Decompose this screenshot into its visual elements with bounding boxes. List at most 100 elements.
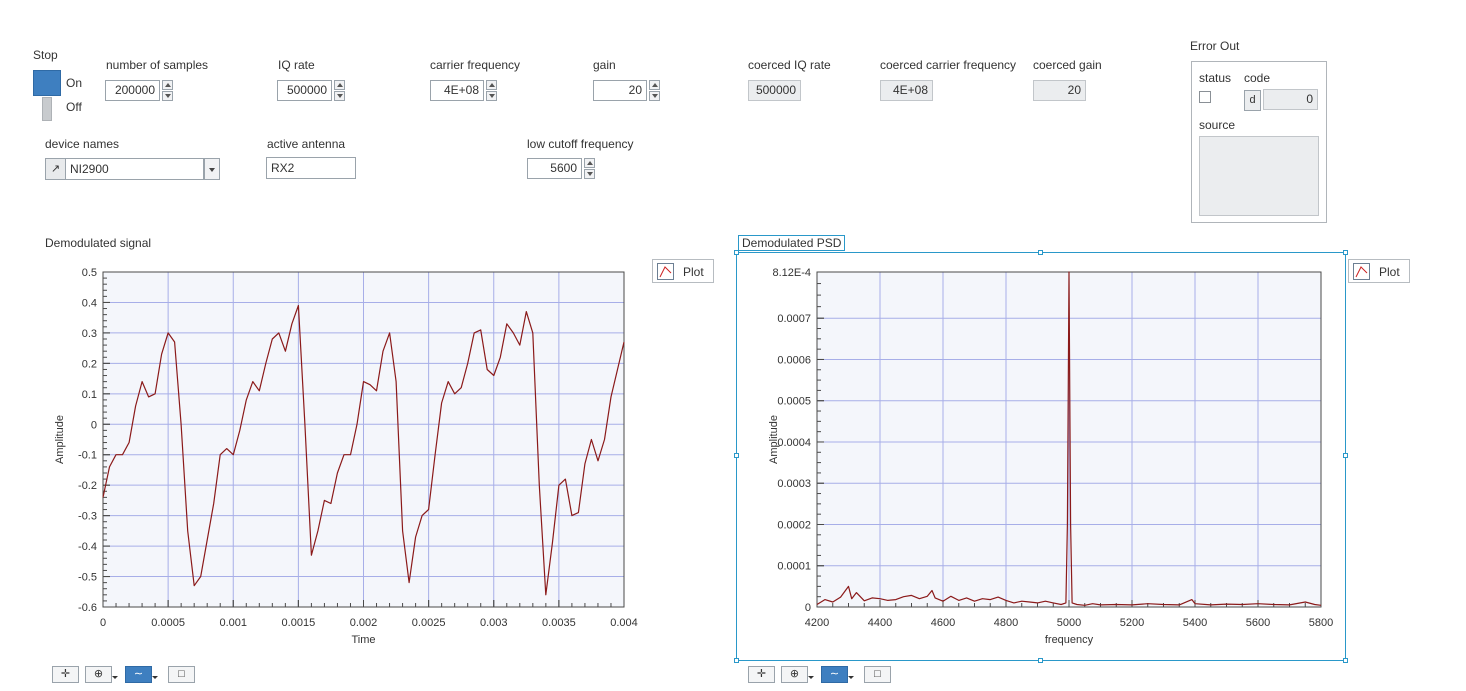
y-tick-label: 0.0001 — [777, 561, 811, 573]
stop-toggle-on-state — [33, 70, 61, 96]
y-tick-label: 0.2 — [82, 358, 97, 370]
coerced-gain-label: coerced gain — [1033, 58, 1102, 72]
y-tick-label: -0.3 — [78, 511, 97, 523]
coerced-iq-rate-indicator: 500000 — [748, 80, 801, 101]
x-tick-label: 4400 — [868, 617, 892, 629]
x-axis-label: frequency — [1045, 634, 1094, 646]
y-tick-label: 0.3 — [82, 328, 97, 340]
y-tick-label: -0.4 — [78, 541, 97, 553]
x-tick-label: 5200 — [1120, 617, 1144, 629]
iq-rate-label: IQ rate — [278, 58, 315, 72]
selection-handle[interactable] — [1343, 453, 1348, 458]
chevron-down-icon[interactable] — [204, 158, 220, 180]
y-tick-label: -0.2 — [78, 480, 97, 492]
graph2-plot-legend-button[interactable]: Plot — [1348, 259, 1410, 283]
active-antenna-label: active antenna — [267, 137, 346, 151]
device-names-label: device names — [45, 137, 120, 151]
device-names-control[interactable]: ↗ NI2900 — [45, 158, 220, 180]
gain-input[interactable]: 20 — [593, 80, 647, 101]
y-tick-label: 0 — [805, 602, 811, 614]
x-tick-label: 5600 — [1246, 617, 1270, 629]
device-browse-icon[interactable]: ↗ — [45, 158, 66, 180]
y-tick-label: 0 — [91, 419, 97, 431]
stop-on-label: On — [66, 76, 83, 90]
iq-rate-spinner[interactable] — [334, 80, 345, 101]
graph1-plot-label: Plot — [683, 265, 704, 279]
stop-toggle[interactable] — [33, 68, 61, 122]
selection-handle[interactable] — [734, 658, 739, 663]
y-tick-label: -0.6 — [78, 602, 97, 614]
graph2-title-box: Demodulated PSD — [738, 235, 846, 251]
carrier-frequency-input[interactable]: 4E+08 — [430, 80, 484, 101]
y-tick-label: 0.0006 — [777, 354, 811, 366]
y-tick-label: 8.12E-4 — [772, 267, 811, 279]
stop-toggle-off-state — [42, 97, 52, 121]
active-antenna-input[interactable]: RX2 — [266, 157, 356, 179]
y-axis-label: Amplitude — [54, 415, 66, 464]
coerced-gain-indicator: 20 — [1033, 80, 1086, 101]
x-tick-label: 0.003 — [480, 617, 508, 629]
cursor-icon[interactable]: ✛ — [748, 666, 775, 683]
graph2-plot-label: Plot — [1379, 265, 1400, 279]
y-tick-label: 0.0007 — [777, 313, 811, 325]
error-source-label: source — [1199, 118, 1236, 132]
error-code-value: 0 — [1263, 89, 1318, 110]
x-tick-label: 0.002 — [350, 617, 378, 629]
error-out-cluster: status code d 0 source — [1191, 61, 1327, 223]
graph1-toolbar: ✛ ⊕ ∼ □ — [52, 666, 202, 686]
autoscale-icon[interactable]: □ — [168, 666, 195, 683]
num-samples-label: number of samples — [106, 58, 209, 72]
demodulated-signal-graph[interactable]: 0 0.0005 0.001 0.0015 0.002 0.0025 0.003 0.0035… — [0, 255, 660, 655]
zoom-icon[interactable]: ⊕ — [85, 666, 118, 683]
error-code-label: code — [1244, 71, 1271, 85]
y-tick-label: 0.1 — [82, 389, 97, 401]
x-tick-label: 5400 — [1183, 617, 1207, 629]
pan-icon[interactable]: ∼ — [821, 666, 854, 683]
num-samples-input[interactable]: 200000 — [105, 80, 160, 101]
plot-line-icon — [1353, 263, 1370, 280]
y-tick-label: 0.5 — [82, 267, 97, 279]
x-tick-label: 0.001 — [219, 617, 247, 629]
y-tick-label: -0.5 — [78, 572, 97, 584]
selection-handle[interactable] — [1038, 658, 1043, 663]
error-out-title: Error Out — [1190, 39, 1240, 53]
x-tick-label: 4200 — [805, 617, 829, 629]
carrier-frequency-spinner[interactable] — [486, 80, 497, 101]
low-cutoff-frequency-spinner[interactable] — [584, 158, 595, 179]
cursor-icon[interactable]: ✛ — [52, 666, 79, 683]
error-status-checkbox[interactable] — [1199, 91, 1211, 103]
x-tick-label: 5000 — [1057, 617, 1081, 629]
x-tick-label: 4600 — [931, 617, 955, 629]
num-samples-spinner[interactable] — [162, 80, 173, 101]
x-tick-label: 5800 — [1309, 617, 1333, 629]
graph1-plot-legend-button[interactable]: Plot — [652, 259, 714, 283]
x-axis-label: Time — [351, 634, 375, 646]
x-tick-label: 0.004 — [610, 617, 638, 629]
low-cutoff-frequency-label: low cutoff frequency — [527, 137, 634, 151]
demodulated-psd-graph[interactable]: 4200 4400 4600 4800 5000 5200 5400 5600 5800 8.12… — [737, 255, 1343, 655]
y-tick-label: 0.0004 — [777, 437, 811, 449]
x-tick-label: 0 — [100, 617, 106, 629]
graph1-title: Demodulated signal — [45, 236, 152, 250]
selection-handle[interactable] — [1343, 250, 1348, 255]
stop-off-label: Off — [66, 100, 82, 114]
carrier-frequency-label: carrier frequency — [430, 58, 521, 72]
coerced-carrier-frequency-indicator: 4E+08 — [880, 80, 933, 101]
x-tick-label: 0.0005 — [151, 617, 185, 629]
iq-rate-input[interactable]: 500000 — [277, 80, 332, 101]
x-tick-label: 0.0035 — [542, 617, 576, 629]
stop-label: Stop — [33, 48, 58, 62]
autoscale-icon[interactable]: □ — [864, 666, 891, 683]
low-cutoff-frequency-input[interactable]: 5600 — [527, 158, 582, 179]
y-tick-label: 0.0003 — [777, 478, 811, 490]
graph2-toolbar: ✛ ⊕ ∼ □ — [748, 666, 898, 686]
device-names-input[interactable]: NI2900 — [66, 158, 204, 180]
coerced-carrier-frequency-label: coerced carrier frequency — [880, 58, 1017, 72]
pan-icon[interactable]: ∼ — [125, 666, 158, 683]
x-tick-label: 0.0025 — [412, 617, 446, 629]
gain-spinner[interactable] — [649, 80, 660, 101]
coerced-iq-rate-label: coerced IQ rate — [748, 58, 831, 72]
zoom-icon[interactable]: ⊕ — [781, 666, 814, 683]
selection-handle[interactable] — [1343, 658, 1348, 663]
x-tick-label: 0.0015 — [282, 617, 316, 629]
